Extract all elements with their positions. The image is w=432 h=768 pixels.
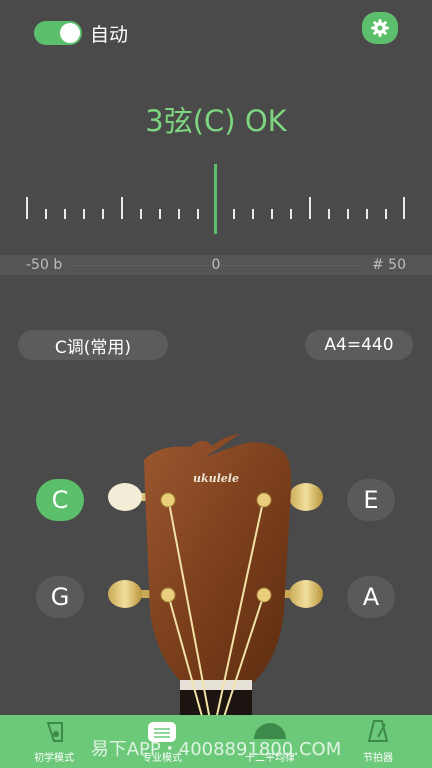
nav-label-equal-temperament: 十二平均律 xyxy=(245,753,295,764)
scale-tick xyxy=(159,209,161,219)
auto-label: 自动 xyxy=(90,24,129,46)
scale-tick xyxy=(290,209,292,219)
scale-tick-major xyxy=(309,197,311,219)
nav-label-pro: 专业模式 xyxy=(142,753,182,764)
tuning-status: 3弦(C) OK xyxy=(145,104,287,138)
scale-tick xyxy=(233,209,235,219)
beginner-mode-icon xyxy=(46,722,63,742)
scale-label-center: 0 xyxy=(211,257,221,273)
string-a-button[interactable]: A xyxy=(347,576,395,618)
nav-item-equal-temperament[interactable]: 十二平均律 xyxy=(234,715,306,768)
scale-tick xyxy=(347,209,349,219)
pro-mode-icon xyxy=(148,722,176,742)
scale-tick xyxy=(64,209,66,219)
auto-toggle[interactable] xyxy=(34,21,82,45)
nav-item-metronome[interactable]: 节拍器 xyxy=(342,715,414,768)
nav-label-metronome: 节拍器 xyxy=(363,753,393,764)
scale-tick xyxy=(385,209,387,219)
scale-tick xyxy=(140,209,142,219)
gear-icon xyxy=(371,19,389,37)
string-c-button[interactable]: C xyxy=(36,479,84,521)
headstock-logo: ukulele xyxy=(193,472,239,485)
toggle-knob xyxy=(60,23,80,43)
scale-tick xyxy=(328,209,330,219)
equal-temperament-icon xyxy=(254,723,286,739)
scale-tick-major xyxy=(26,197,28,219)
scale-tick xyxy=(83,209,85,219)
scale-tick xyxy=(45,209,47,219)
nav-item-pro[interactable]: 专业模式 xyxy=(126,715,198,768)
scale-tick xyxy=(197,209,199,219)
nav-item-beginner[interactable]: 初学模式 xyxy=(18,715,90,768)
scale-tick xyxy=(366,209,368,219)
string-g-button[interactable]: G xyxy=(36,576,84,618)
ukulele-headstock: ukulele xyxy=(108,434,323,720)
nav-label-beginner: 初学模式 xyxy=(34,753,74,764)
bottom-nav: 初学模式 专业模式 十二平均律 节拍器 xyxy=(0,715,432,768)
scale-tick xyxy=(178,209,180,219)
scale-tick-major xyxy=(121,197,123,219)
settings-button[interactable] xyxy=(362,12,398,44)
key-select-button[interactable]: C调(常用) xyxy=(18,330,168,360)
pitch-reference-button[interactable]: A4=440 xyxy=(305,330,413,360)
scale-tick-major xyxy=(403,197,405,219)
tuning-needle xyxy=(214,164,217,234)
scale-tick xyxy=(271,209,273,219)
string-e-button[interactable]: E xyxy=(347,479,395,521)
scale-label-right: # 50 xyxy=(372,257,406,273)
metronome-icon xyxy=(367,720,389,742)
scale-tick xyxy=(252,209,254,219)
scale-tick xyxy=(102,209,104,219)
